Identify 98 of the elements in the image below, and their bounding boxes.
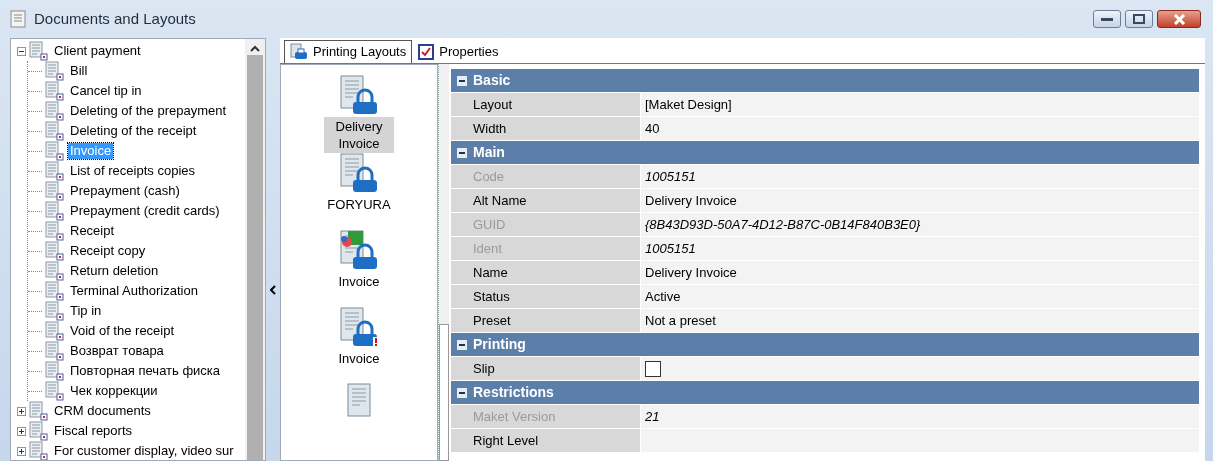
- tab[interactable]: Printing Layouts: [284, 40, 413, 63]
- collapse-icon[interactable]: [457, 387, 467, 398]
- tree-item[interactable]: Void of the receipt: [68, 323, 177, 339]
- tree-item[interactable]: Deleting of the prepayment: [68, 103, 229, 119]
- document-icon: [45, 161, 65, 181]
- tree-item[interactable]: Prepayment (cash): [68, 183, 182, 199]
- document-icon: [45, 101, 65, 121]
- layout-item[interactable]: FORYURA: [325, 195, 393, 214]
- tree-item[interactable]: Возврат товара: [68, 343, 166, 359]
- tree-item[interactable]: Повторная печать фиска: [68, 363, 223, 379]
- document-icon: [45, 301, 65, 321]
- property-value: 1005151: [641, 237, 1199, 260]
- tree-item[interactable]: Fiscal reports: [52, 423, 135, 439]
- document-icon: [45, 281, 65, 301]
- scrollbar[interactable]: [438, 64, 449, 461]
- tree-item[interactable]: Bill: [68, 63, 90, 79]
- document-icon: [29, 421, 49, 441]
- tree-item[interactable]: Receipt: [68, 223, 117, 239]
- maximize-button[interactable]: [1125, 10, 1153, 28]
- maximize-icon: [1133, 14, 1145, 24]
- expand-icon[interactable]: [17, 426, 26, 436]
- category-header[interactable]: Basic: [473, 70, 511, 91]
- tree-item[interactable]: List of receipts copies: [68, 163, 197, 179]
- property-value: Delivery Invoice: [641, 261, 1199, 284]
- property-label: Maket Version: [451, 405, 640, 428]
- printer-alert-icon: [339, 306, 379, 349]
- window-title: Documents and Layouts: [34, 8, 196, 29]
- property-label: Slip: [451, 357, 640, 380]
- document-icon: [45, 241, 65, 261]
- property-value: Delivery Invoice: [641, 189, 1199, 212]
- tree-item[interactable]: Return deletion: [68, 263, 161, 279]
- close-button[interactable]: [1157, 10, 1201, 28]
- printer-icon: [290, 43, 308, 61]
- document-icon: [45, 61, 65, 81]
- tree-item[interactable]: CRM documents: [52, 403, 153, 419]
- document-icon: [45, 361, 65, 381]
- tree-item[interactable]: Receipt copy: [68, 243, 148, 259]
- document-icon: [45, 181, 65, 201]
- collapse-icon[interactable]: [457, 75, 467, 86]
- layout-item[interactable]: Invoice: [336, 348, 382, 368]
- document-icon: [10, 10, 26, 28]
- tree-item[interactable]: Client payment: [52, 43, 143, 59]
- close-icon: [1172, 13, 1186, 25]
- document-icon: [45, 121, 65, 141]
- category-header[interactable]: Main: [473, 142, 505, 163]
- property-label: Status: [451, 285, 640, 308]
- collapse-icon[interactable]: [457, 147, 467, 158]
- property-label: GUID: [451, 213, 640, 236]
- minimize-icon: [1101, 17, 1113, 21]
- category-header[interactable]: Restrictions: [473, 382, 554, 403]
- scroll-up-icon[interactable]: [250, 45, 260, 53]
- category-header[interactable]: Printing: [473, 334, 526, 355]
- tree-item[interactable]: Cancel tip in: [68, 83, 144, 99]
- document-icon: [45, 341, 65, 361]
- property-value: Not a preset: [641, 309, 1199, 332]
- checklist-icon: [418, 44, 435, 60]
- property-label: Layout: [451, 93, 640, 116]
- tree-item[interactable]: Deleting of the receipt: [68, 123, 199, 139]
- minimize-button[interactable]: [1093, 10, 1121, 28]
- property-label: Width: [451, 117, 640, 140]
- tree-item[interactable]: Tip in: [68, 303, 104, 319]
- property-value: 1005151: [641, 165, 1199, 188]
- tree-item[interactable]: Terminal Authorization: [68, 283, 200, 299]
- property-label: Code: [451, 165, 640, 188]
- property-value: [Maket Design]: [641, 93, 1199, 116]
- printer-document-icon: [339, 75, 379, 117]
- property-value: 40: [641, 117, 1199, 140]
- collapse-icon[interactable]: [17, 46, 26, 56]
- tree-item[interactable]: Чек коррекции: [68, 383, 160, 399]
- document-icon: [29, 401, 49, 421]
- expand-icon[interactable]: [17, 446, 26, 456]
- property-label: Preset: [451, 309, 640, 332]
- checkbox[interactable]: [645, 360, 661, 377]
- scrollbar[interactable]: [245, 39, 265, 460]
- property-value: Active: [641, 285, 1199, 308]
- expand-icon[interactable]: [17, 406, 26, 416]
- chart-printer-icon: [339, 229, 379, 272]
- property-value: 21: [641, 405, 1199, 428]
- document-icon: [45, 261, 65, 281]
- document-icon: [29, 41, 49, 61]
- property-label: Name: [451, 261, 640, 284]
- printer-document-icon: [339, 153, 379, 195]
- property-label: Ident: [451, 237, 640, 260]
- property-label: Right Level: [451, 429, 640, 452]
- document-icon: [346, 383, 372, 418]
- layout-item[interactable]: Delivery Invoice: [324, 117, 394, 153]
- collapse-icon[interactable]: [457, 339, 467, 350]
- document-icon: [45, 381, 65, 401]
- property-label: Alt Name: [451, 189, 640, 212]
- layout-item[interactable]: Invoice: [336, 271, 382, 291]
- document-icon: [45, 81, 65, 101]
- document-icon: [45, 221, 65, 241]
- tree-item[interactable]: Prepayment (credit cards): [68, 203, 222, 219]
- document-icon: [45, 321, 65, 341]
- tree-item[interactable]: For customer display, video sur: [52, 443, 236, 459]
- document-icon: [45, 141, 65, 161]
- property-value: {8B43D93D-50A7-4D12-B87C-0B14F840B3E0}: [641, 213, 1199, 236]
- document-icon: [45, 201, 65, 221]
